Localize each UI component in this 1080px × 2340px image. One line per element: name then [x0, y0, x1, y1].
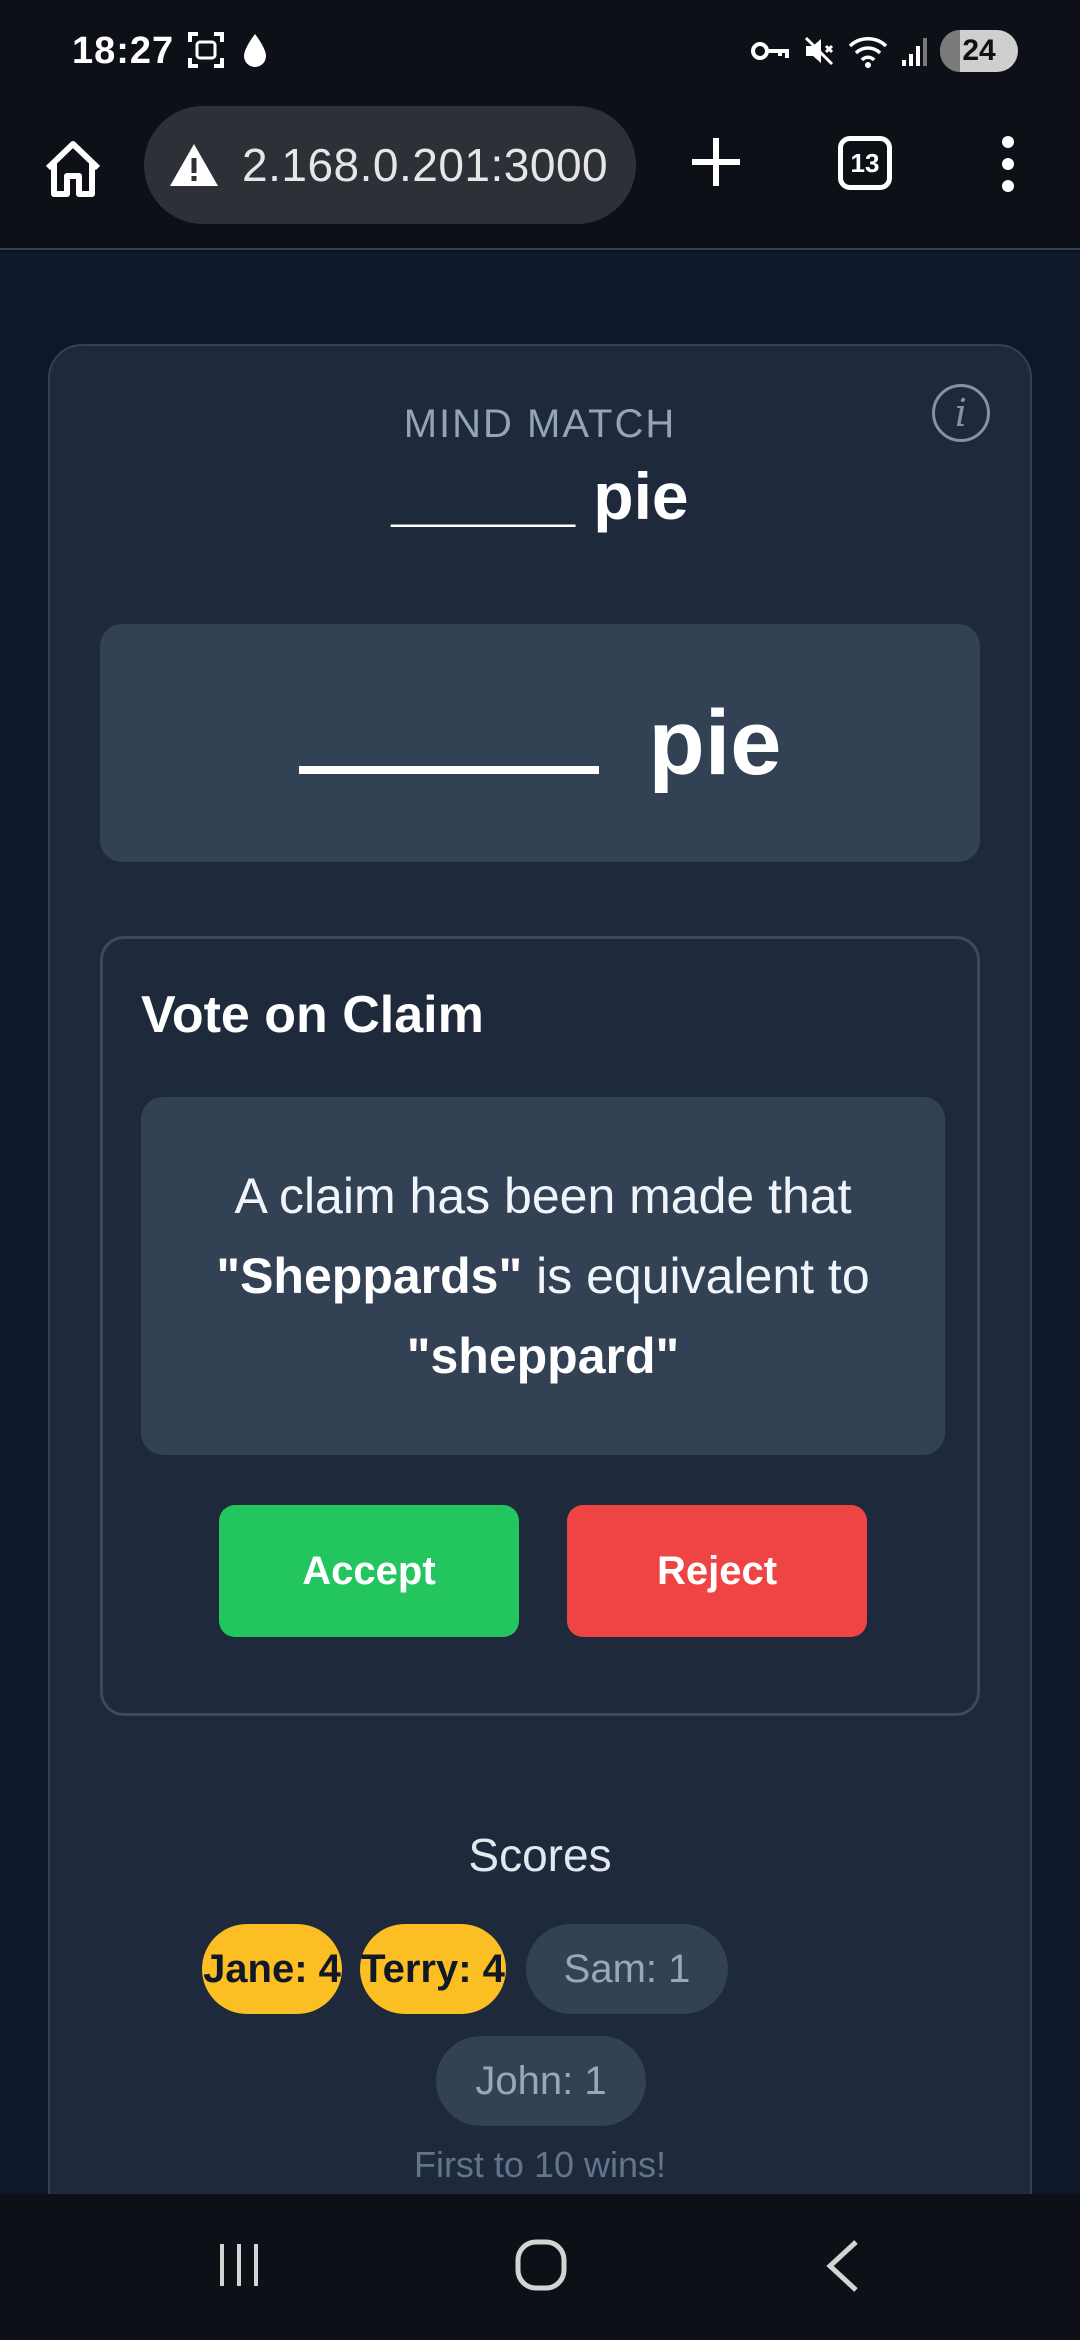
- tab-count: 13: [850, 148, 880, 178]
- wifi-icon: [848, 37, 888, 68]
- back-icon[interactable]: [822, 2238, 862, 2294]
- status-right-icons: [750, 34, 930, 68]
- new-tab-icon[interactable]: [684, 130, 748, 194]
- more-menu-icon[interactable]: [990, 134, 1026, 194]
- scores-title: Scores: [468, 1829, 612, 1881]
- vote-title: Vote on Claim: [141, 986, 484, 1044]
- mute-icon: [804, 36, 834, 66]
- claim-word: "Sheppards": [216, 1248, 523, 1304]
- system-nav-bar: [0, 2194, 1080, 2340]
- prompt-box: pie: [100, 624, 980, 862]
- score-chip: Terry: 4: [360, 1924, 506, 2014]
- status-left-icons: [186, 30, 270, 70]
- nav-home-icon[interactable]: [514, 2238, 568, 2292]
- url-text[interactable]: 2.168.0.201:3000: [242, 138, 622, 192]
- signal-icon: [902, 38, 927, 66]
- prompt-word: pie: [648, 691, 782, 794]
- recent-apps-icon[interactable]: [214, 2240, 264, 2290]
- header-prompt-word: pie: [593, 459, 689, 533]
- status-time: 18:27: [72, 30, 175, 72]
- score-chip: Jane: 4: [202, 1924, 342, 2014]
- water-drop-icon: [244, 34, 266, 67]
- app-title: MIND MATCH: [403, 402, 677, 446]
- battery-indicator: 24: [940, 30, 1018, 72]
- screen: 18:27 24 2.168.0.201:3000 13 i MIND MATC…: [0, 0, 1080, 2340]
- web-page: i MIND MATCH _____ pie pie Vote on Claim…: [0, 252, 1080, 2194]
- game-card: i MIND MATCH _____ pie pie Vote on Claim…: [48, 344, 1032, 2194]
- score-chip: John: 1: [436, 2036, 646, 2126]
- accept-button[interactable]: Accept: [219, 1505, 519, 1637]
- header-blank: _____: [391, 459, 575, 533]
- claim-prefix: A claim has been made that: [234, 1168, 852, 1224]
- browser-toolbar: 2.168.0.201:3000 13: [0, 100, 1080, 250]
- header-prompt: _____ pie: [50, 458, 1030, 534]
- tab-switcher-button[interactable]: 13: [838, 136, 892, 190]
- claim-middle: is equivalent to: [522, 1248, 870, 1304]
- status-bar: 18:27 24: [0, 0, 1080, 100]
- reject-button[interactable]: Reject: [567, 1505, 867, 1637]
- home-icon[interactable]: [40, 136, 106, 202]
- score-chip: Sam: 1: [526, 1924, 728, 2014]
- win-condition-note: First to 10 wins!: [413, 2144, 667, 2185]
- warning-icon[interactable]: [168, 141, 220, 189]
- claim-text: A claim has been made that "Sheppards" i…: [181, 1156, 905, 1396]
- url-bar[interactable]: 2.168.0.201:3000: [144, 106, 636, 224]
- battery-level: 24: [962, 34, 996, 67]
- prompt-blank: [298, 766, 599, 774]
- vote-panel: Vote on Claim A claim has been made that…: [100, 936, 980, 1716]
- claim-target: "sheppard": [406, 1328, 680, 1384]
- screenshot-icon: [188, 32, 224, 68]
- vpn-key-icon: [751, 42, 789, 60]
- claim-box: A claim has been made that "Sheppards" i…: [141, 1097, 945, 1455]
